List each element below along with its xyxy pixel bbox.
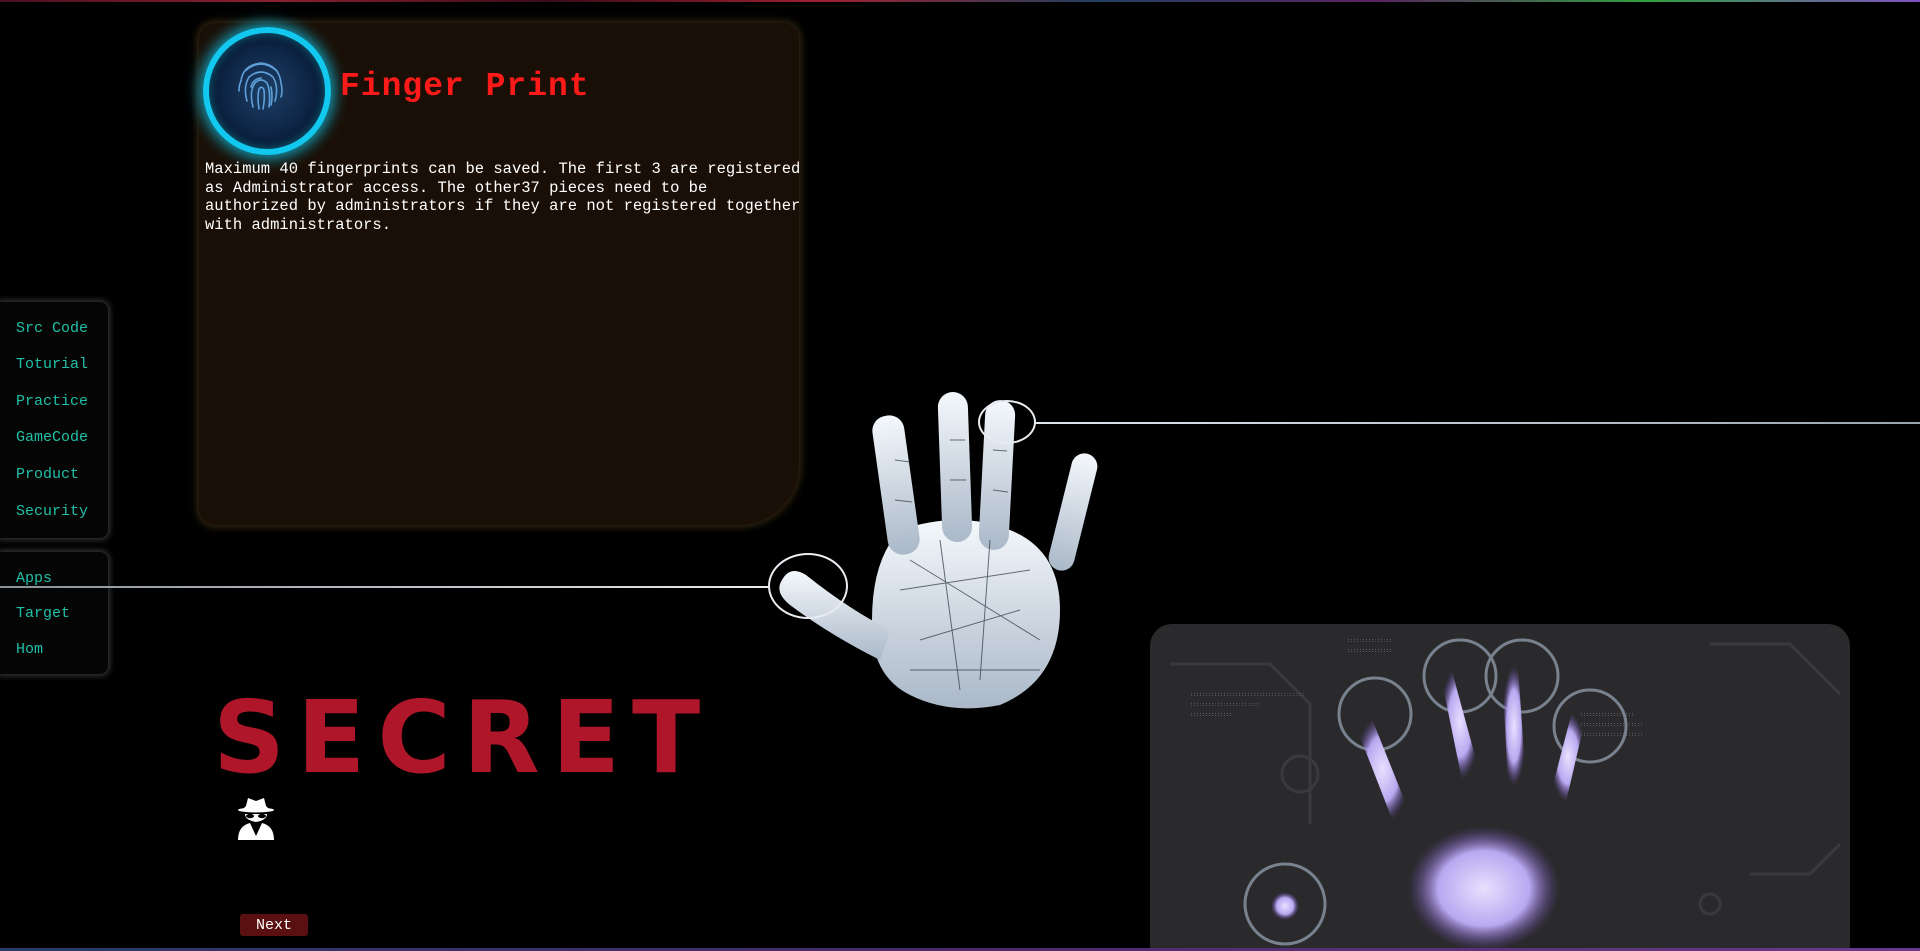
svg-text::::::::::::::::: ::::::::::::::: bbox=[1347, 648, 1392, 654]
fingertip-marker-thumb bbox=[768, 553, 848, 619]
side-nav-secondary: Apps Target Hom bbox=[0, 552, 108, 674]
nav-item-security[interactable]: Security bbox=[16, 503, 88, 520]
callout-line-right bbox=[1034, 422, 1920, 424]
svg-text::::::::::::::::::::::: ::::::::::::::::::::: bbox=[1580, 722, 1643, 728]
callout-line-left bbox=[0, 586, 770, 588]
secret-banner: SECRET bbox=[213, 688, 712, 788]
side-nav-primary: Src Code Toturial Practice GameCode Prod… bbox=[0, 302, 108, 538]
nav-item-toturial[interactable]: Toturial bbox=[16, 356, 88, 373]
nav-item-practice[interactable]: Practice bbox=[16, 393, 88, 410]
secret-text: SECRET bbox=[213, 679, 713, 796]
next-button[interactable]: Next bbox=[240, 914, 308, 936]
palm-scan-image: :::::::::::::::::::::::::::::::::::::: :… bbox=[1150, 624, 1850, 951]
spy-icon bbox=[238, 798, 274, 840]
top-color-strip bbox=[0, 0, 1920, 2]
svg-text:::::::::::::::::::::::::::::::: :::::::::::::::::::::::::::::::::::::: bbox=[1190, 692, 1304, 698]
fingerprint-icon bbox=[238, 62, 283, 110]
palm-scan-graphic: :::::::::::::::::::::::::::::::::::::: :… bbox=[1170, 638, 1842, 951]
fingerprint-badge bbox=[203, 27, 331, 155]
card-description: Maximum 40 fingerprints can be saved. Th… bbox=[205, 160, 801, 234]
nav-item-product[interactable]: Product bbox=[16, 466, 79, 483]
nav-item-src-code[interactable]: Src Code bbox=[16, 320, 88, 337]
svg-text::::::::::::::::: ::::::::::::::: bbox=[1347, 638, 1392, 644]
nav-item-target[interactable]: Target bbox=[16, 605, 70, 622]
nav-item-gamecode[interactable]: GameCode bbox=[16, 429, 88, 446]
fingertip-marker-top bbox=[978, 400, 1036, 444]
card-title: Finger Print bbox=[340, 68, 590, 105]
nav-item-apps[interactable]: Apps bbox=[16, 570, 52, 587]
nav-item-hom[interactable]: Hom bbox=[16, 641, 43, 658]
svg-text:::::::::::::::: :::::::::::::: bbox=[1190, 712, 1232, 718]
svg-text::::::::::::::::::::::: ::::::::::::::::::::: bbox=[1580, 732, 1643, 738]
handprint-image bbox=[779, 392, 1098, 709]
svg-text::::::::::::::::::::::::: ::::::::::::::::::::::: bbox=[1190, 702, 1259, 708]
